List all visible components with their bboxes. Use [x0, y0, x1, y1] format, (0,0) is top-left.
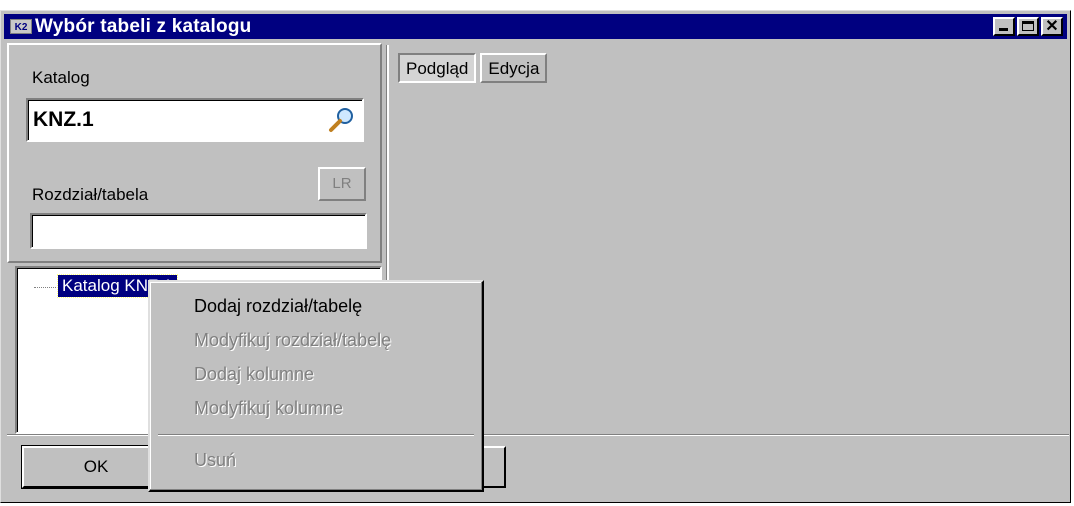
tree-connector: [34, 287, 56, 288]
menu-item-add-column[interactable]: Dodaj kolumne: [194, 364, 314, 385]
close-button[interactable]: ✕: [1041, 17, 1063, 36]
menu-item-modify-column[interactable]: Modyfikuj kolumne: [194, 398, 343, 419]
lr-button-label: LR: [332, 175, 352, 192]
menu-item-add-section[interactable]: Dodaj rozdział/tabelę: [194, 296, 362, 317]
context-menu: Dodaj rozdział/tabelę Modyfikuj rozdział…: [148, 280, 484, 492]
catalog-search-button[interactable]: [327, 105, 357, 135]
minimize-icon: [999, 28, 1008, 31]
catalog-label: Katalog: [32, 68, 90, 87]
maximize-button[interactable]: [1017, 17, 1039, 36]
section-input[interactable]: [30, 213, 367, 249]
ok-button-label: OK: [83, 457, 109, 476]
app-icon: K2: [10, 19, 32, 34]
tab-bar: Podgląd Edycja: [398, 53, 551, 83]
menu-item-delete[interactable]: Usuń: [194, 450, 236, 471]
close-icon: ✕: [1045, 17, 1059, 35]
lr-button[interactable]: LR: [318, 167, 366, 201]
minimize-button[interactable]: [993, 17, 1015, 36]
section-label: Rozdział/tabela: [32, 185, 149, 204]
title-bar[interactable]: K2 Wybór tabeli z katalogu ✕: [4, 14, 1067, 39]
tab-edycja[interactable]: Edycja: [480, 53, 548, 83]
catalog-value: KNZ.1: [33, 108, 94, 131]
tab-podglad[interactable]: Podgląd: [398, 53, 477, 83]
magnifier-icon: [329, 108, 353, 132]
catalog-input[interactable]: KNZ.1: [26, 98, 364, 142]
menu-item-modify-section[interactable]: Modyfikuj rozdział/tabelę: [194, 330, 391, 351]
window-title: Wybór tabeli z katalogu: [35, 15, 252, 37]
maximize-icon: [1022, 21, 1034, 31]
menu-separator: [158, 434, 474, 436]
